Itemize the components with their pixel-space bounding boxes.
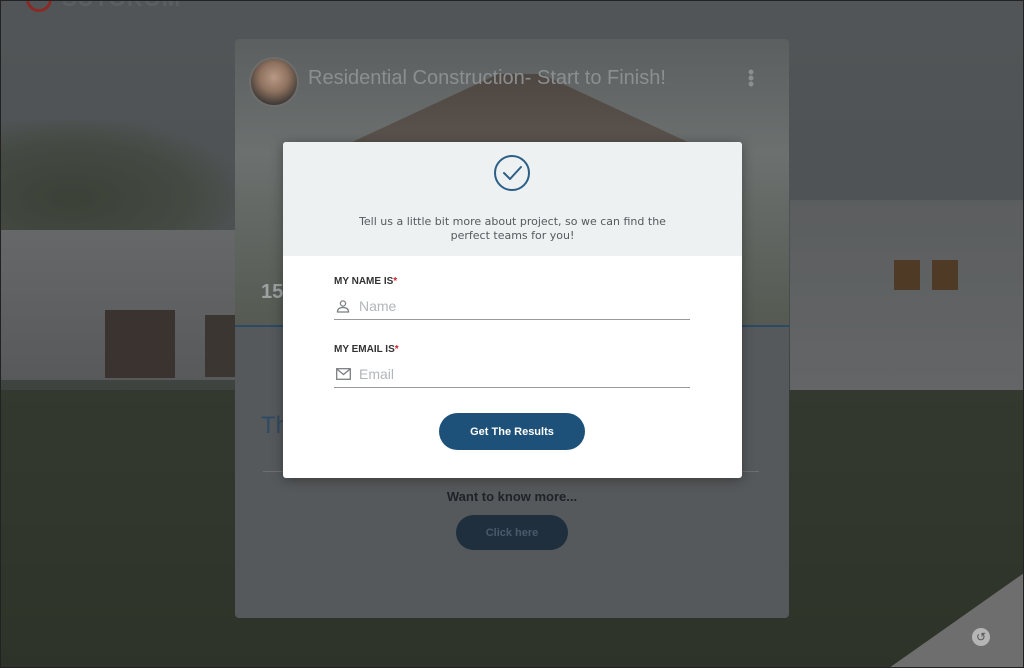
- logo-text: SUTOKOM: [62, 0, 181, 12]
- modal-header: Tell us a little bit more about project,…: [283, 142, 742, 256]
- modal-subtitle: Tell us a little bit more about project,…: [359, 215, 666, 242]
- kebab-menu-icon[interactable]: • • •: [745, 63, 757, 93]
- lead-form-modal: Tell us a little bit more about project,…: [283, 142, 742, 478]
- email-label: MY EMAIL IS*: [334, 344, 399, 355]
- refresh-icon[interactable]: ↺: [972, 628, 990, 646]
- mail-icon: [335, 366, 351, 382]
- hero-number: 15: [261, 281, 284, 303]
- site-logo[interactable]: SUTOKOM: [26, 0, 181, 12]
- get-results-button[interactable]: Get The Results: [439, 413, 585, 450]
- required-marker: *: [394, 344, 399, 355]
- required-marker: *: [393, 276, 398, 287]
- name-field[interactable]: [334, 293, 690, 320]
- author-avatar[interactable]: [249, 57, 299, 107]
- name-input[interactable]: [359, 298, 690, 314]
- person-icon: [335, 298, 351, 314]
- click-here-button[interactable]: Click here: [456, 515, 568, 550]
- name-label: MY NAME IS*: [334, 276, 398, 287]
- card-title: Residential Construction- Start to Finis…: [308, 67, 666, 89]
- email-input[interactable]: [359, 366, 690, 382]
- email-field[interactable]: [334, 361, 690, 388]
- check-circle-icon: [494, 155, 530, 191]
- logo-mark-icon: [26, 0, 52, 12]
- want-more-text: Want to know more...: [446, 489, 578, 504]
